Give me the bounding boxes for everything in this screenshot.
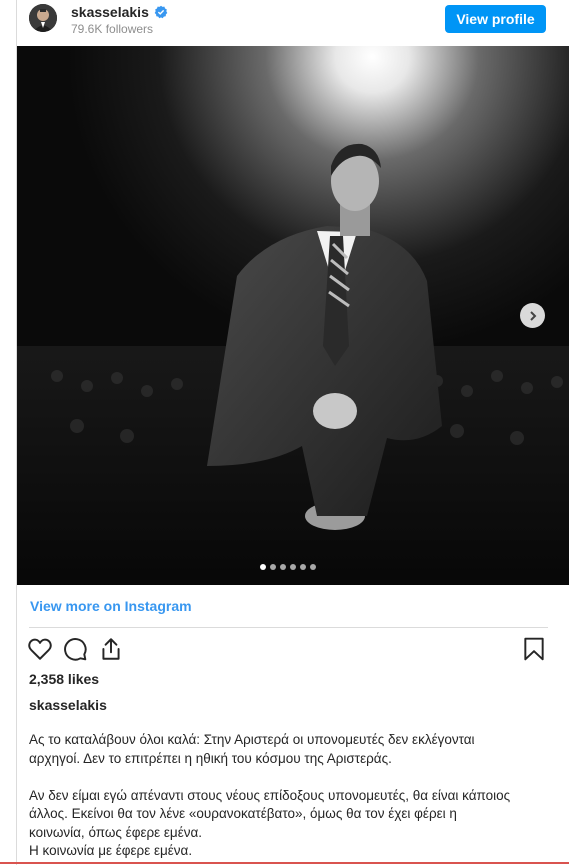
view-more-link[interactable]: View more on Instagram [30, 598, 192, 614]
divider [29, 627, 548, 628]
carousel-dot [270, 564, 276, 570]
carousel-dot [280, 564, 286, 570]
post-header: skasselakis 79.6K followers View profile [17, 0, 569, 46]
caption-line: άλλος. Εκείνοι θα τον λένε «ουρανοκατέβα… [29, 806, 457, 821]
carousel-dot [300, 564, 306, 570]
caption-username[interactable]: skasselakis [29, 697, 107, 713]
post-photo-image [17, 46, 569, 585]
carousel-dot [310, 564, 316, 570]
carousel-dot [260, 564, 266, 570]
followers-count: 79.6K followers [71, 22, 154, 36]
heart-icon[interactable] [27, 636, 53, 662]
carousel-dot [290, 564, 296, 570]
username-text: skasselakis [71, 4, 149, 20]
carousel-indicator [260, 564, 316, 570]
chevron-right-icon [529, 310, 536, 321]
likes-count[interactable]: 2,358 likes [29, 671, 99, 687]
comment-icon[interactable] [62, 636, 88, 662]
avatar[interactable] [29, 4, 57, 32]
share-icon[interactable] [98, 636, 124, 662]
verified-badge-icon [154, 5, 168, 19]
bookmark-icon[interactable] [521, 636, 547, 662]
caption-line: αρχηγοί. Δεν το επιτρέπει η ηθική του κό… [29, 750, 392, 766]
instagram-embed-card: skasselakis 79.6K followers View profile [16, 0, 569, 865]
caption-line: Ας το καταλάβουν όλοι καλά: Στην Αριστερ… [29, 732, 475, 747]
caption-text: Ας το καταλάβουν όλοι καλά: Στην Αριστερ… [29, 731, 554, 861]
caption-line: Η κοινωνία με έφερε εμένα. [29, 843, 193, 858]
username-link[interactable]: skasselakis [71, 4, 168, 20]
action-bar [17, 634, 569, 666]
caption-line: Αν δεν είμαι εγώ απέναντι στους νέους επ… [29, 787, 511, 803]
page-divider-line [0, 862, 569, 864]
next-slide-button[interactable] [520, 303, 545, 328]
post-photo[interactable] [17, 46, 569, 585]
caption-line: κοινωνία, όπως έφερε εμένα. [29, 824, 203, 840]
view-profile-button[interactable]: View profile [445, 5, 546, 33]
